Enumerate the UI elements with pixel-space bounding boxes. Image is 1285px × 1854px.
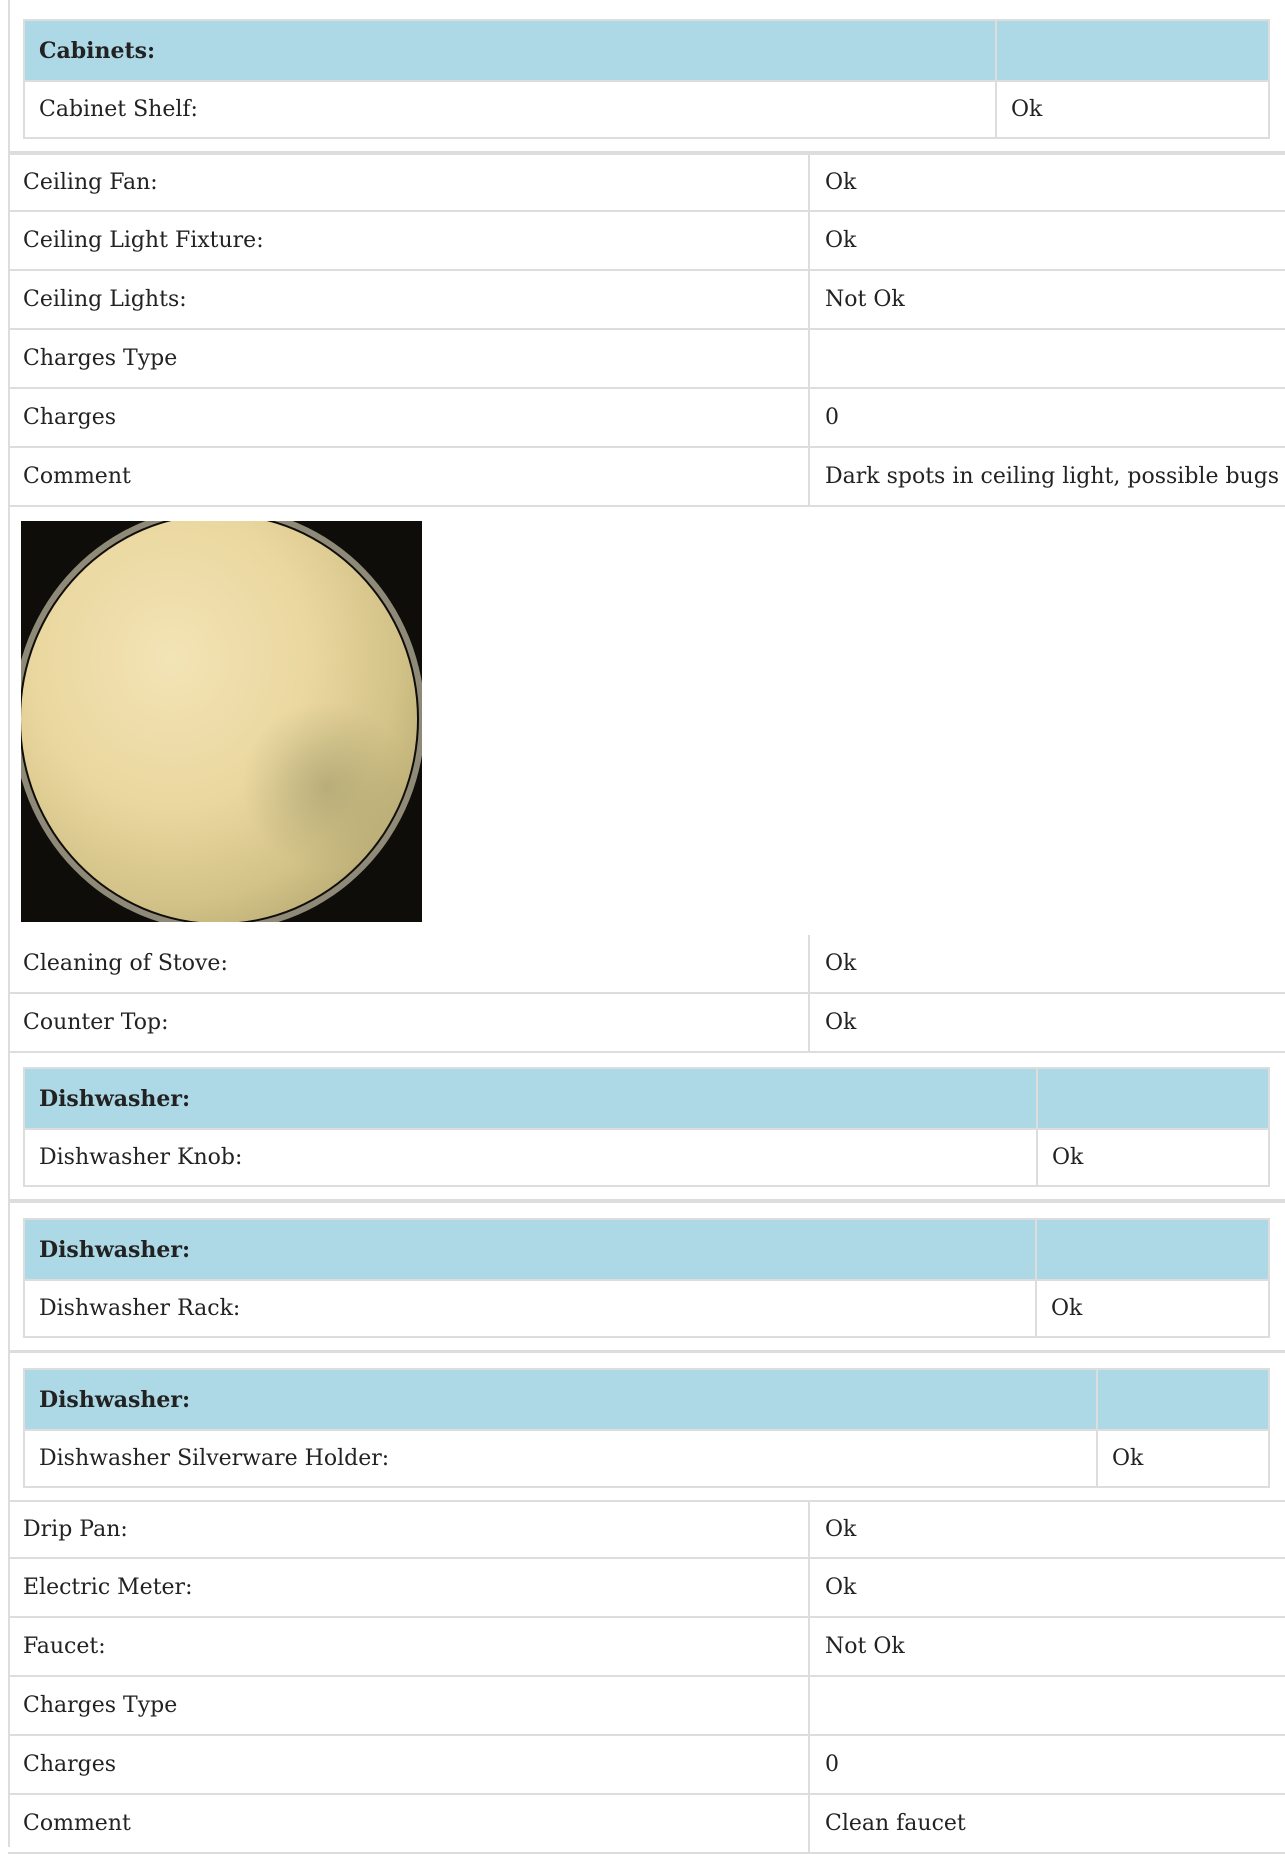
row-label: Electric Meter: (8, 1559, 810, 1616)
dishwasher-rack-group: Dishwasher: Dishwasher Rack: Ok (8, 1201, 1285, 1352)
table-row: Charges Type (8, 330, 1285, 389)
cabinet-shelf-value: Ok (1011, 97, 1043, 122)
dishwasher-header-row: Dishwasher: (25, 1069, 1268, 1128)
dishwasher-header-empty-cell (1037, 1220, 1268, 1279)
row-value: Ok (825, 1010, 857, 1035)
table-row: Counter Top: Ok (8, 994, 1285, 1053)
cabinets-title: Cabinets: (25, 21, 997, 80)
dishwasher-silverware-row: Dishwasher Silverware Holder: Ok (25, 1429, 1268, 1486)
row-value (810, 330, 1285, 387)
cabinets-subtable: Cabinets: Cabinet Shelf: Ok (23, 19, 1270, 139)
row-value: Ok (825, 951, 857, 976)
row-value (810, 1677, 1285, 1734)
table-row: Cleaning of Stove: Ok (8, 935, 1285, 994)
table-row: Ceiling Lights: Not Ok (8, 271, 1285, 330)
row-label: Comment (8, 1795, 810, 1852)
row-label: Drip Pan: (8, 1502, 810, 1557)
row-label: Charges Type (8, 1677, 810, 1734)
row-value: 0 (825, 405, 839, 430)
dishwasher-silverware-group: Dishwasher: Dishwasher Silverware Holder… (8, 1351, 1285, 1502)
table-row: Drip Pan: Ok (8, 1500, 1285, 1559)
row-label: Charges (8, 389, 810, 446)
table-row: Faucet: Not Ok (8, 1618, 1285, 1677)
row-label: Comment (8, 448, 810, 505)
table-row: Comment Dark spots in ceiling light, pos… (8, 448, 1285, 507)
table-row: Charges Type (8, 1677, 1285, 1736)
cabinets-header-empty-cell (997, 21, 1268, 80)
dishwasher-knob-value: Ok (1052, 1145, 1084, 1170)
row-label: Cleaning of Stove: (8, 935, 810, 992)
table-row: Ceiling Light Fixture: Ok (8, 212, 1285, 271)
dishwasher-title: Dishwasher: (25, 1220, 1037, 1279)
table-row: Electric Meter: Ok (8, 1559, 1285, 1618)
row-value: Not Ok (825, 1634, 905, 1659)
inspection-rows-drip-faucet: Drip Pan: Ok Electric Meter: Ok Faucet: … (8, 1500, 1285, 1854)
dishwasher-knob-label: Dishwasher Knob: (25, 1130, 1038, 1185)
row-label: Ceiling Lights: (8, 271, 810, 328)
cabinets-header-row: Cabinets: (25, 21, 1268, 80)
row-label: Ceiling Light Fixture: (8, 212, 810, 269)
row-label: Counter Top: (8, 994, 810, 1051)
row-value: Ok (825, 228, 857, 253)
dishwasher-silverware-value: Ok (1112, 1446, 1144, 1471)
dishwasher-title: Dishwasher: (25, 1069, 1038, 1128)
row-value: 0 (825, 1752, 839, 1777)
dishwasher-header-empty-cell (1098, 1370, 1268, 1429)
dishwasher-header-row: Dishwasher: (25, 1370, 1268, 1429)
cabinet-shelf-row: Cabinet Shelf: Ok (25, 80, 1268, 137)
row-value: Ok (825, 1517, 857, 1542)
dishwasher-header-row: Dishwasher: (25, 1220, 1268, 1279)
row-value: Ok (825, 1575, 857, 1600)
ceiling-light-photo[interactable] (21, 521, 422, 922)
dishwasher-subtable: Dishwasher: Dishwasher Rack: Ok (23, 1218, 1270, 1338)
dishwasher-rack-value: Ok (1051, 1296, 1083, 1321)
dishwasher-subtable: Dishwasher: Dishwasher Silverware Holder… (23, 1368, 1270, 1488)
dishwasher-silverware-label: Dishwasher Silverware Holder: (25, 1431, 1098, 1486)
dishwasher-rack-row: Dishwasher Rack: Ok (25, 1279, 1268, 1336)
inspection-rows-stove-counter: Cleaning of Stove: Ok Counter Top: Ok (8, 935, 1285, 1053)
row-label: Ceiling Fan: (8, 155, 810, 210)
row-label: Faucet: (8, 1618, 810, 1675)
row-label: Charges Type (8, 330, 810, 387)
cabinets-group: Cabinets: Cabinet Shelf: Ok (8, 4, 1285, 153)
dishwasher-subtable: Dishwasher: Dishwasher Knob: Ok (23, 1067, 1270, 1187)
dishwasher-knob-row: Dishwasher Knob: Ok (25, 1128, 1268, 1185)
row-value: Ok (825, 170, 857, 195)
dishwasher-rack-label: Dishwasher Rack: (25, 1281, 1037, 1336)
row-value: Not Ok (825, 287, 905, 312)
table-row: Charges 0 (8, 389, 1285, 448)
inspection-rows-ceiling: Ceiling Fan: Ok Ceiling Light Fixture: O… (8, 153, 1285, 507)
dishwasher-title: Dishwasher: (25, 1370, 1098, 1429)
cabinet-shelf-label: Cabinet Shelf: (25, 82, 997, 137)
dishwasher-knob-group: Dishwasher: Dishwasher Knob: Ok (8, 1052, 1285, 1201)
table-row: Ceiling Fan: Ok (8, 153, 1285, 212)
row-label: Charges (8, 1736, 810, 1793)
light-fixture-rim (21, 521, 422, 922)
dishwasher-header-empty-cell (1038, 1069, 1268, 1128)
row-value: Dark spots in ceiling light, possible bu… (825, 464, 1280, 489)
table-row: Comment Clean faucet (8, 1795, 1285, 1854)
table-row: Charges 0 (8, 1736, 1285, 1795)
row-value: Clean faucet (825, 1811, 966, 1836)
